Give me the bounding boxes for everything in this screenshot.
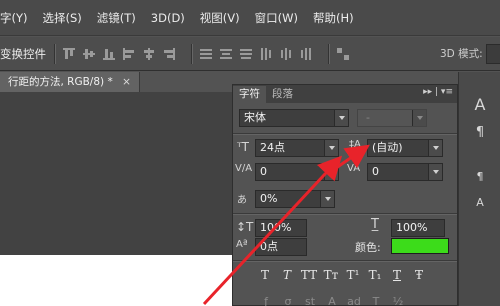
font-style-select[interactable]: - xyxy=(357,109,427,127)
kerning-field[interactable]: 0 xyxy=(255,163,339,181)
panel-dock: A ¶ ¶ A xyxy=(458,72,500,306)
chevron-down-icon xyxy=(324,140,338,156)
tracking-value: 0 xyxy=(372,165,379,178)
underline-button[interactable]: T xyxy=(387,268,407,282)
dock-paragraph-styles-button[interactable]: ¶ xyxy=(463,164,497,190)
divider xyxy=(233,260,457,261)
font-family-value: 宋体 xyxy=(244,111,266,124)
align-right-edges-icon[interactable] xyxy=(163,47,175,60)
character-panel: 字符 段落 ▸▸ | ▾≡ 宋体 - ᵀT 24点 ‡A (自动) V/A 0 … xyxy=(232,84,458,306)
vertical-scale-value: 100% xyxy=(260,221,292,234)
ordinals-button[interactable]: T xyxy=(365,295,387,306)
ligature-button[interactable]: ƒ xyxy=(255,295,277,306)
distribute-vertical-centers-icon[interactable] xyxy=(220,48,232,60)
type-style-buttons: T T TT Tт T¹ T₁ T Ŧ xyxy=(255,268,431,282)
menu-view[interactable]: 视图(V) xyxy=(200,10,240,26)
dock-character-button[interactable]: A xyxy=(463,92,497,118)
color-label: 颜色: xyxy=(355,241,381,254)
document-tab-title: 行距的方法, RGB/8) * xyxy=(8,76,113,88)
baseline-shift-field[interactable]: 0点 xyxy=(255,238,307,256)
tab-paragraph[interactable]: 段落 xyxy=(266,86,299,103)
superscript-button[interactable]: T¹ xyxy=(343,268,363,282)
tsume-icon: あ xyxy=(237,195,247,206)
align-vertical-centers-icon[interactable] xyxy=(83,48,95,60)
menu-type[interactable]: 字(Y) xyxy=(0,10,28,26)
align-top-edges-icon[interactable] xyxy=(63,47,75,60)
auto-align-icon[interactable] xyxy=(337,47,349,60)
text-color-swatch[interactable] xyxy=(391,238,449,254)
chevron-down-icon xyxy=(412,110,426,126)
tsume-field[interactable]: 0% xyxy=(255,190,335,208)
3d-mode-label: 3D 模式: xyxy=(440,48,483,60)
align-bottom-edges-icon[interactable] xyxy=(103,48,115,60)
kerning-value: 0 xyxy=(260,165,267,178)
menu-select[interactable]: 选择(S) xyxy=(43,10,82,26)
menu-window[interactable]: 窗口(W) xyxy=(255,10,298,26)
separator xyxy=(191,43,192,64)
distribute-left-icon[interactable] xyxy=(260,47,272,60)
separator xyxy=(328,43,329,64)
distribute-top-icon[interactable] xyxy=(200,48,212,60)
tracking-icon: VA xyxy=(347,163,361,174)
menu-help[interactable]: 帮助(H) xyxy=(313,10,354,26)
kerning-icon: V/A xyxy=(235,163,253,174)
titling-button[interactable]: ad xyxy=(343,295,365,306)
menu-3d[interactable]: 3D(D) xyxy=(151,11,185,25)
font-family-select[interactable]: 宋体 xyxy=(239,109,349,127)
distribute-horizontal-centers-icon[interactable] xyxy=(280,47,292,60)
separator xyxy=(54,43,55,64)
menu-filter[interactable]: 滤镜(T) xyxy=(97,10,136,26)
swash-button[interactable]: st xyxy=(299,295,321,306)
dock-paragraph-button[interactable]: ¶ xyxy=(463,120,497,146)
subscript-button[interactable]: T₁ xyxy=(365,268,385,282)
chevron-down-icon xyxy=(428,164,442,180)
chevron-down-icon xyxy=(334,110,348,126)
panel-header: 字符 段落 ▸▸ | ▾≡ xyxy=(233,85,457,103)
align-left-edges-icon[interactable] xyxy=(123,47,135,60)
document-canvas[interactable] xyxy=(0,255,232,306)
dock-character-styles-button[interactable]: A xyxy=(463,190,497,216)
fractions-button[interactable]: ¹⁄₂ xyxy=(387,295,409,306)
distribute-right-icon[interactable] xyxy=(300,47,312,60)
distribute-bottom-icon[interactable] xyxy=(240,48,252,60)
menu-bar: 字(Y) 选择(S) 滤镜(T) 3D(D) 视图(V) 窗口(W) 帮助(H) xyxy=(0,0,500,36)
leading-field[interactable]: (自动) xyxy=(367,139,443,157)
font-style-value: - xyxy=(366,111,370,124)
options-bar: 变换控件 3D 模式: xyxy=(0,37,500,71)
document-tab[interactable]: 行距的方法, RGB/8) * × xyxy=(0,72,140,92)
vertical-scale-field[interactable]: 100% xyxy=(255,219,307,237)
faux-italic-button[interactable]: T xyxy=(277,268,297,282)
small-caps-button[interactable]: Tт xyxy=(321,268,341,282)
opentype-buttons: ƒ σ st A ad T ¹⁄₂ xyxy=(255,295,409,306)
strikethrough-button[interactable]: Ŧ xyxy=(409,268,429,282)
panel-menu-icon[interactable]: ▸▸ | ▾≡ xyxy=(423,87,453,97)
divider xyxy=(233,133,457,134)
font-size-value: 24点 xyxy=(260,141,285,154)
baseline-shift-icon: Aª xyxy=(236,239,248,250)
horizontal-scale-icon: T̲ xyxy=(371,217,379,232)
all-caps-button[interactable]: TT xyxy=(299,268,319,282)
chevron-down-icon xyxy=(320,191,334,207)
3d-mode-button[interactable] xyxy=(486,44,500,64)
align-horizontal-centers-icon[interactable] xyxy=(143,47,155,60)
alternates-button[interactable]: A xyxy=(321,295,343,306)
font-size-field[interactable]: 24点 xyxy=(255,139,339,157)
faux-bold-button[interactable]: T xyxy=(255,268,275,282)
baseline-shift-value: 0点 xyxy=(260,240,278,253)
old-style-button[interactable]: σ xyxy=(277,295,299,306)
tracking-field[interactable]: 0 xyxy=(367,163,443,181)
chevron-down-icon xyxy=(428,140,442,156)
close-icon[interactable]: × xyxy=(122,76,131,88)
chevron-down-icon xyxy=(324,164,338,180)
font-size-icon: ᵀT xyxy=(237,140,249,154)
tsume-value: 0% xyxy=(260,192,278,205)
vertical-scale-icon: ↕T xyxy=(236,220,254,234)
leading-icon: ‡A xyxy=(349,139,361,150)
divider xyxy=(233,213,457,214)
horizontal-scale-value: 100% xyxy=(396,221,428,234)
horizontal-scale-field[interactable]: 100% xyxy=(391,219,445,237)
transform-controls-label[interactable]: 变换控件 xyxy=(0,46,46,62)
tab-character[interactable]: 字符 xyxy=(233,86,266,103)
leading-value: (自动) xyxy=(372,141,403,154)
